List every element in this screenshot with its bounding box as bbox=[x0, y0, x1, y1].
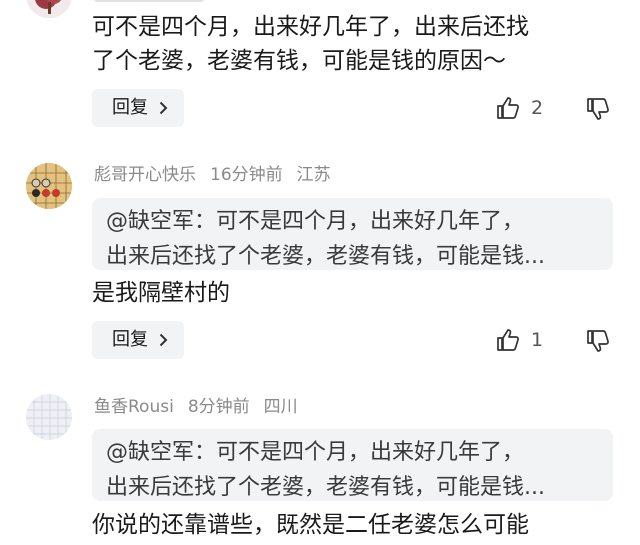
reply-button[interactable]: 回复 bbox=[92, 89, 184, 127]
like-button[interactable]: 1 bbox=[495, 325, 543, 355]
thumbs-down-icon[interactable] bbox=[585, 96, 611, 122]
reply-button[interactable]: 回复 bbox=[92, 321, 184, 359]
chess-board-avatar-icon bbox=[26, 163, 72, 209]
like-button[interactable]: 2 bbox=[495, 93, 543, 123]
quote-line: @缺空军：可不是四个月，出来好几年了， bbox=[106, 440, 525, 465]
timestamp: 16分钟前 bbox=[210, 165, 283, 185]
quote-line: 出来后还找了个老婆，老婆有钱，可能是钱... bbox=[106, 244, 545, 269]
username[interactable]: 鱼香Rousi bbox=[94, 397, 174, 417]
location: 江苏 bbox=[296, 165, 331, 185]
username-cut-off bbox=[94, 0, 204, 2]
like-count: 1 bbox=[531, 329, 544, 351]
quoted-comment[interactable]: @缺空军：可不是四个月，出来好几年了， 出来后还找了个老婆，老婆有钱，可能是钱.… bbox=[92, 198, 613, 270]
chevron-right-icon bbox=[159, 101, 168, 115]
avatar-user-1[interactable] bbox=[26, 0, 72, 18]
thumbs-up-icon bbox=[497, 97, 519, 119]
reply-label: 回复 bbox=[112, 329, 148, 350]
like-count: 2 bbox=[531, 97, 544, 119]
comment-meta: 彪哥开心快乐 16分钟前 江苏 bbox=[94, 165, 345, 185]
timestamp: 8分钟前 bbox=[187, 397, 250, 417]
avatar-user-2[interactable] bbox=[26, 163, 72, 209]
quote-line: @缺空军：可不是四个月，出来好几年了， bbox=[106, 209, 525, 234]
thumbs-down-icon[interactable] bbox=[585, 328, 611, 354]
grid-avatar-icon bbox=[26, 394, 72, 440]
tree-avatar-icon bbox=[26, 0, 72, 18]
comment-text: 可不是四个月，出来好几年了，出来后还找 了个老婆，老婆有钱，可能是钱的原因～ bbox=[92, 10, 529, 78]
thumbs-up-icon bbox=[497, 329, 519, 351]
quoted-comment[interactable]: @缺空军：可不是四个月，出来好几年了， 出来后还找了个老婆，老婆有钱，可能是钱.… bbox=[92, 429, 613, 501]
comment-text-line: 可不是四个月，出来好几年了，出来后还找 bbox=[92, 14, 529, 40]
location: 四川 bbox=[263, 397, 298, 417]
comment-meta: 鱼香Rousi 8分钟前 四川 bbox=[94, 397, 312, 417]
reply-label: 回复 bbox=[112, 97, 148, 118]
comment-text-line: 了个老婆，老婆有钱，可能是钱的原因～ bbox=[92, 48, 506, 74]
avatar-user-3[interactable] bbox=[26, 394, 72, 440]
quote-line: 出来后还找了个老婆，老婆有钱，可能是钱... bbox=[106, 475, 545, 500]
chevron-right-icon bbox=[159, 333, 168, 347]
comment-text: 是我隔壁村的 bbox=[92, 280, 230, 306]
comment-text: 你说的还靠谱些，既然是二任老婆怎么可能 bbox=[92, 512, 529, 538]
username[interactable]: 彪哥开心快乐 bbox=[94, 165, 196, 185]
